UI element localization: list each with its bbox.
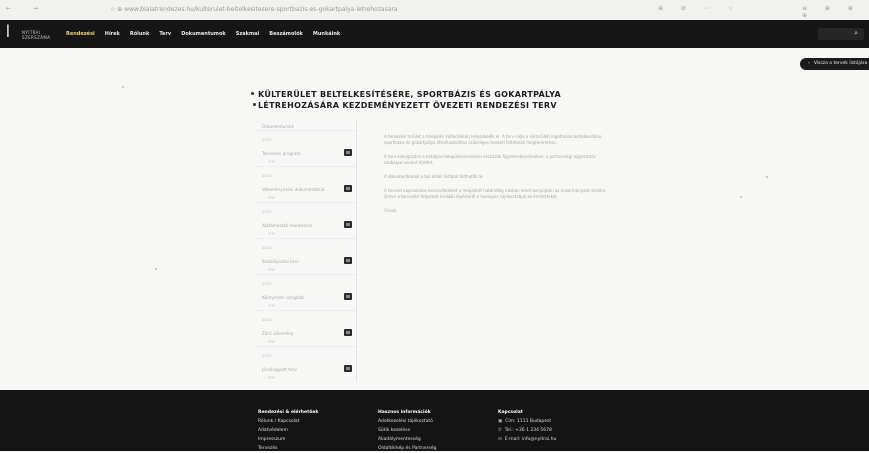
decorative-dot xyxy=(740,196,742,198)
decorative-dot xyxy=(766,176,768,178)
footer-link[interactable]: Akadálymentesség xyxy=(378,435,436,444)
footer-link[interactable]: Rólunk / Kapcsolat xyxy=(258,417,318,426)
site-footer: Rendezési & elérhetőek Rólunk / Kapcsola… xyxy=(0,390,869,451)
back-to-list-button[interactable]: ‹ Vissza a tervek listájára xyxy=(800,58,869,70)
search-icon: ⌕ xyxy=(854,29,858,37)
site-logo[interactable]: ꟾ NYITRAI SZERSZÁMA xyxy=(6,26,50,42)
footer-link[interactable]: Rendezési & elérhetőek xyxy=(258,408,318,417)
image-icon[interactable] xyxy=(344,365,352,372)
image-icon[interactable] xyxy=(344,329,352,336)
nav-item-3[interactable]: Rólunk xyxy=(130,31,149,37)
list-item[interactable]: 2021. Tervezési program PDF xyxy=(256,130,356,167)
image-icon[interactable] xyxy=(344,185,352,192)
logo-text-2: SZERSZÁMA xyxy=(22,35,51,40)
decorative-dot xyxy=(122,86,124,88)
browser-extension-icons[interactable]: ⊕ ⊘ ⋯ ☆ xyxy=(658,5,741,12)
nav-item-7[interactable]: Beszámolók xyxy=(269,31,303,37)
title-block: KÜLTERÜLET BELTELKESÍTÉSÉRE, SPORTBÁZIS … xyxy=(251,89,638,111)
footer-contact-title: Kapcsolat xyxy=(498,410,523,415)
main-nav: Rendezési Hírek Rólunk Terv Dokumentumok… xyxy=(66,31,340,37)
footer-address: ▣ Cím: 1111 Budapest xyxy=(498,419,552,424)
list-item[interactable]: 2022. Szabályozási terv PDF xyxy=(256,238,356,275)
description-paragraph: A tervvel kapcsolatos észrevételeket a m… xyxy=(384,188,607,199)
description-paragraph: A tervezési terület a település külterül… xyxy=(384,134,603,145)
browser-toolbar: ← → ☆ ⊕ www.bialatrendezes.hu/kulterulet… xyxy=(0,0,869,21)
title-bullet-icon xyxy=(251,92,254,95)
list-item[interactable]: 2022. Záró vélemény PDF xyxy=(256,310,356,347)
back-button-label: Vissza a tervek listájára xyxy=(813,61,868,66)
footer-link[interactable]: Hasznos információk xyxy=(378,408,436,417)
address-bar[interactable]: ☆ ⊕ www.bialatrendezes.hu/kulterulet-bel… xyxy=(110,6,580,13)
phone-icon: ✆ xyxy=(498,428,502,433)
browser-menu-icons[interactable]: ≡ ⊕ ⊕ ⊕ xyxy=(802,5,869,19)
title-bullet-icon xyxy=(253,103,256,106)
description-link[interactable]: Vissza xyxy=(384,208,614,214)
image-icon[interactable] xyxy=(344,293,352,300)
list-item[interactable]: 2022. Környezeti vizsgálat PDF xyxy=(256,274,356,311)
footer-email[interactable]: ✉ E-mail: info@nyitrai.hu xyxy=(498,435,556,444)
list-item[interactable]: 2022. Jóváhagyott terv PDF xyxy=(256,346,356,383)
nav-item-6[interactable]: Szakmai xyxy=(236,31,260,37)
nav-item-8[interactable]: Munkáink xyxy=(313,31,340,37)
nav-item-5[interactable]: Dokumentumok xyxy=(181,31,226,37)
image-icon[interactable] xyxy=(344,221,352,228)
document-list: Dokumentumok 2021. Tervezési program PDF… xyxy=(256,120,357,382)
list-item[interactable]: 2021. Véleményezési dokumentáció PDF xyxy=(256,166,356,203)
footer-column-2: Hasznos információk Adatkezelési tájékoz… xyxy=(378,408,436,453)
description: A tervezési terület a település külterül… xyxy=(384,134,614,222)
mail-icon: ✉ xyxy=(498,437,502,442)
footer-link[interactable]: Tervezés xyxy=(258,444,318,453)
footer-link[interactable]: Adatvédelem xyxy=(258,426,318,435)
footer-link[interactable]: Adatkezelési tájékoztató xyxy=(378,417,436,426)
nav-item-1[interactable]: Rendezési xyxy=(66,31,95,37)
logo-icon: ꟾ xyxy=(6,26,10,41)
site-header: ꟾ NYITRAI SZERSZÁMA Rendezési Hírek Rólu… xyxy=(0,20,869,48)
footer-link[interactable]: Sütik kezelése xyxy=(378,426,436,435)
page-title: KÜLTERÜLET BELTELKESÍTÉSÉRE, SPORTBÁZIS … xyxy=(258,90,561,110)
image-icon[interactable] xyxy=(344,149,352,156)
footer-contact: Kapcsolat ▣ Cím: 1111 Budapest ✆ Tel.: +36… xyxy=(498,408,556,444)
description-paragraph: A terv kidolgozása a hatályos településr… xyxy=(384,154,596,165)
footer-link[interactable]: Impresszum xyxy=(258,435,318,444)
footer-column-1: Rendezési & elérhetőek Rólunk / Kapcsola… xyxy=(258,408,318,453)
chevron-left-icon: ‹ xyxy=(808,61,810,66)
search-button[interactable]: ⌕ xyxy=(818,28,864,40)
nav-item-2[interactable]: Hírek xyxy=(105,31,120,37)
nav-item-4[interactable]: Terv xyxy=(159,31,171,37)
browser-nav-buttons[interactable]: ← → xyxy=(6,5,48,12)
location-icon: ▣ xyxy=(498,419,503,424)
footer-phone[interactable]: ✆ Tel.: +36 1 234 5678 xyxy=(498,426,556,435)
description-paragraph: A dokumentumok a bal oldali listából töl… xyxy=(384,174,484,179)
list-item[interactable]: 2021. Alátámasztó munkarész PDF xyxy=(256,202,356,239)
document-list-header: Dokumentumok xyxy=(262,124,294,129)
footer-link[interactable]: Oldaltérkép és Partnerség xyxy=(378,444,436,453)
image-icon[interactable] xyxy=(344,257,352,264)
decorative-dot xyxy=(155,268,157,270)
